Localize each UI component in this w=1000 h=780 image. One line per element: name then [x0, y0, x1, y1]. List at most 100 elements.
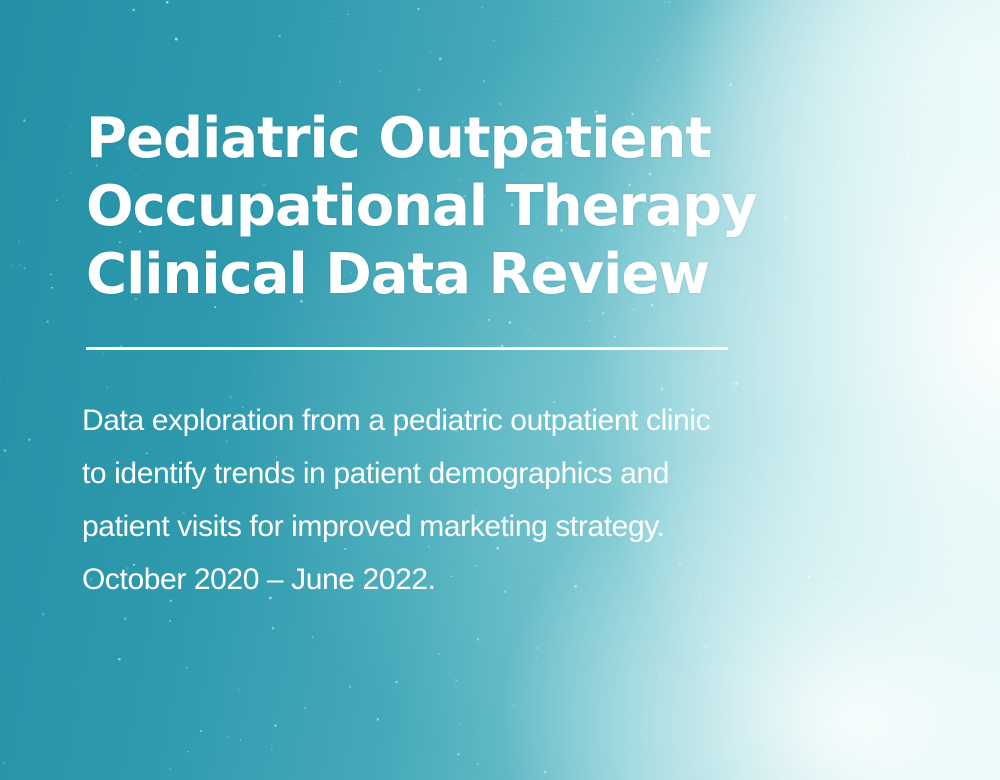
speck — [18, 240, 21, 243]
speck — [376, 718, 380, 721]
speck — [437, 653, 440, 655]
speck — [949, 0, 951, 3]
speck — [978, 3, 980, 5]
speck — [481, 6, 483, 8]
speck — [871, 641, 874, 644]
speck — [885, 35, 888, 38]
speck — [906, 152, 910, 156]
speck — [925, 669, 929, 673]
speck — [889, 523, 892, 525]
page-title: Pediatric Outpatient Occupational Therap… — [86, 106, 758, 307]
speck — [274, 724, 277, 727]
speck — [536, 657, 538, 659]
speck — [168, 28, 170, 30]
speck — [187, 750, 189, 753]
speck — [12, 190, 14, 192]
speck — [311, 636, 314, 639]
title-divider — [86, 347, 728, 350]
speck — [813, 478, 816, 481]
title-slide: Pediatric Outpatient Occupational Therap… — [0, 0, 1000, 780]
page-description: Data exploration from a pediatric outpat… — [82, 404, 711, 596]
speck — [70, 125, 71, 127]
speck — [888, 362, 891, 364]
speck — [967, 480, 969, 483]
speck — [908, 586, 910, 589]
speck — [959, 400, 960, 402]
speck — [239, 739, 242, 741]
speck — [839, 743, 842, 745]
speck — [961, 80, 964, 83]
speck — [949, 589, 951, 591]
speck — [512, 704, 515, 708]
speck — [75, 84, 77, 87]
speck — [990, 331, 993, 335]
speck — [169, 767, 172, 770]
speck — [664, 1, 667, 4]
speck — [294, 778, 295, 780]
speck — [827, 766, 830, 770]
speck — [70, 172, 72, 174]
speck — [967, 696, 969, 698]
speck — [919, 481, 922, 485]
speck — [893, 442, 895, 444]
speck — [623, 66, 625, 69]
speck — [656, 681, 659, 683]
speck — [23, 119, 26, 122]
speck — [3, 449, 7, 452]
speck — [964, 621, 968, 625]
speck — [63, 276, 65, 279]
speck — [2, 762, 5, 765]
speck — [886, 738, 888, 741]
speck — [976, 766, 978, 768]
speck — [292, 95, 294, 97]
speck — [905, 624, 907, 626]
speck — [174, 37, 178, 41]
speck — [960, 474, 963, 476]
speck — [656, 58, 659, 61]
speck — [923, 313, 927, 317]
speck — [271, 626, 275, 630]
speck — [807, 575, 811, 579]
speck — [41, 612, 45, 616]
speck — [455, 679, 458, 682]
speck — [954, 252, 957, 255]
speck — [19, 264, 21, 266]
speck — [348, 685, 352, 688]
speck — [76, 686, 78, 688]
speck — [457, 752, 460, 756]
speck — [729, 83, 732, 86]
speck — [483, 80, 486, 83]
speck — [50, 286, 53, 289]
speck — [429, 51, 431, 53]
speck — [659, 677, 661, 679]
speck — [829, 138, 831, 140]
speck — [438, 57, 442, 61]
speck — [971, 222, 973, 224]
speck — [703, 10, 706, 12]
speck — [676, 724, 678, 726]
speck — [118, 657, 121, 661]
title-block: Pediatric Outpatient Occupational Therap… — [82, 105, 806, 606]
speck — [330, 21, 332, 22]
speck — [271, 748, 273, 751]
speck — [10, 264, 13, 267]
speck — [428, 717, 431, 719]
speck — [449, 673, 451, 675]
speck — [712, 679, 714, 681]
speck — [971, 63, 974, 67]
speck — [81, 111, 83, 113]
speck — [395, 680, 398, 684]
speck — [861, 443, 864, 445]
speck — [418, 88, 421, 91]
speck — [123, 617, 127, 621]
speck — [476, 762, 480, 766]
speck — [653, 5, 655, 7]
speck — [733, 726, 735, 728]
speck — [28, 438, 31, 441]
speck — [200, 729, 203, 733]
speck — [476, 638, 479, 641]
speck — [226, 736, 229, 738]
speck — [834, 581, 837, 584]
speck — [493, 39, 495, 42]
speck — [980, 359, 982, 361]
